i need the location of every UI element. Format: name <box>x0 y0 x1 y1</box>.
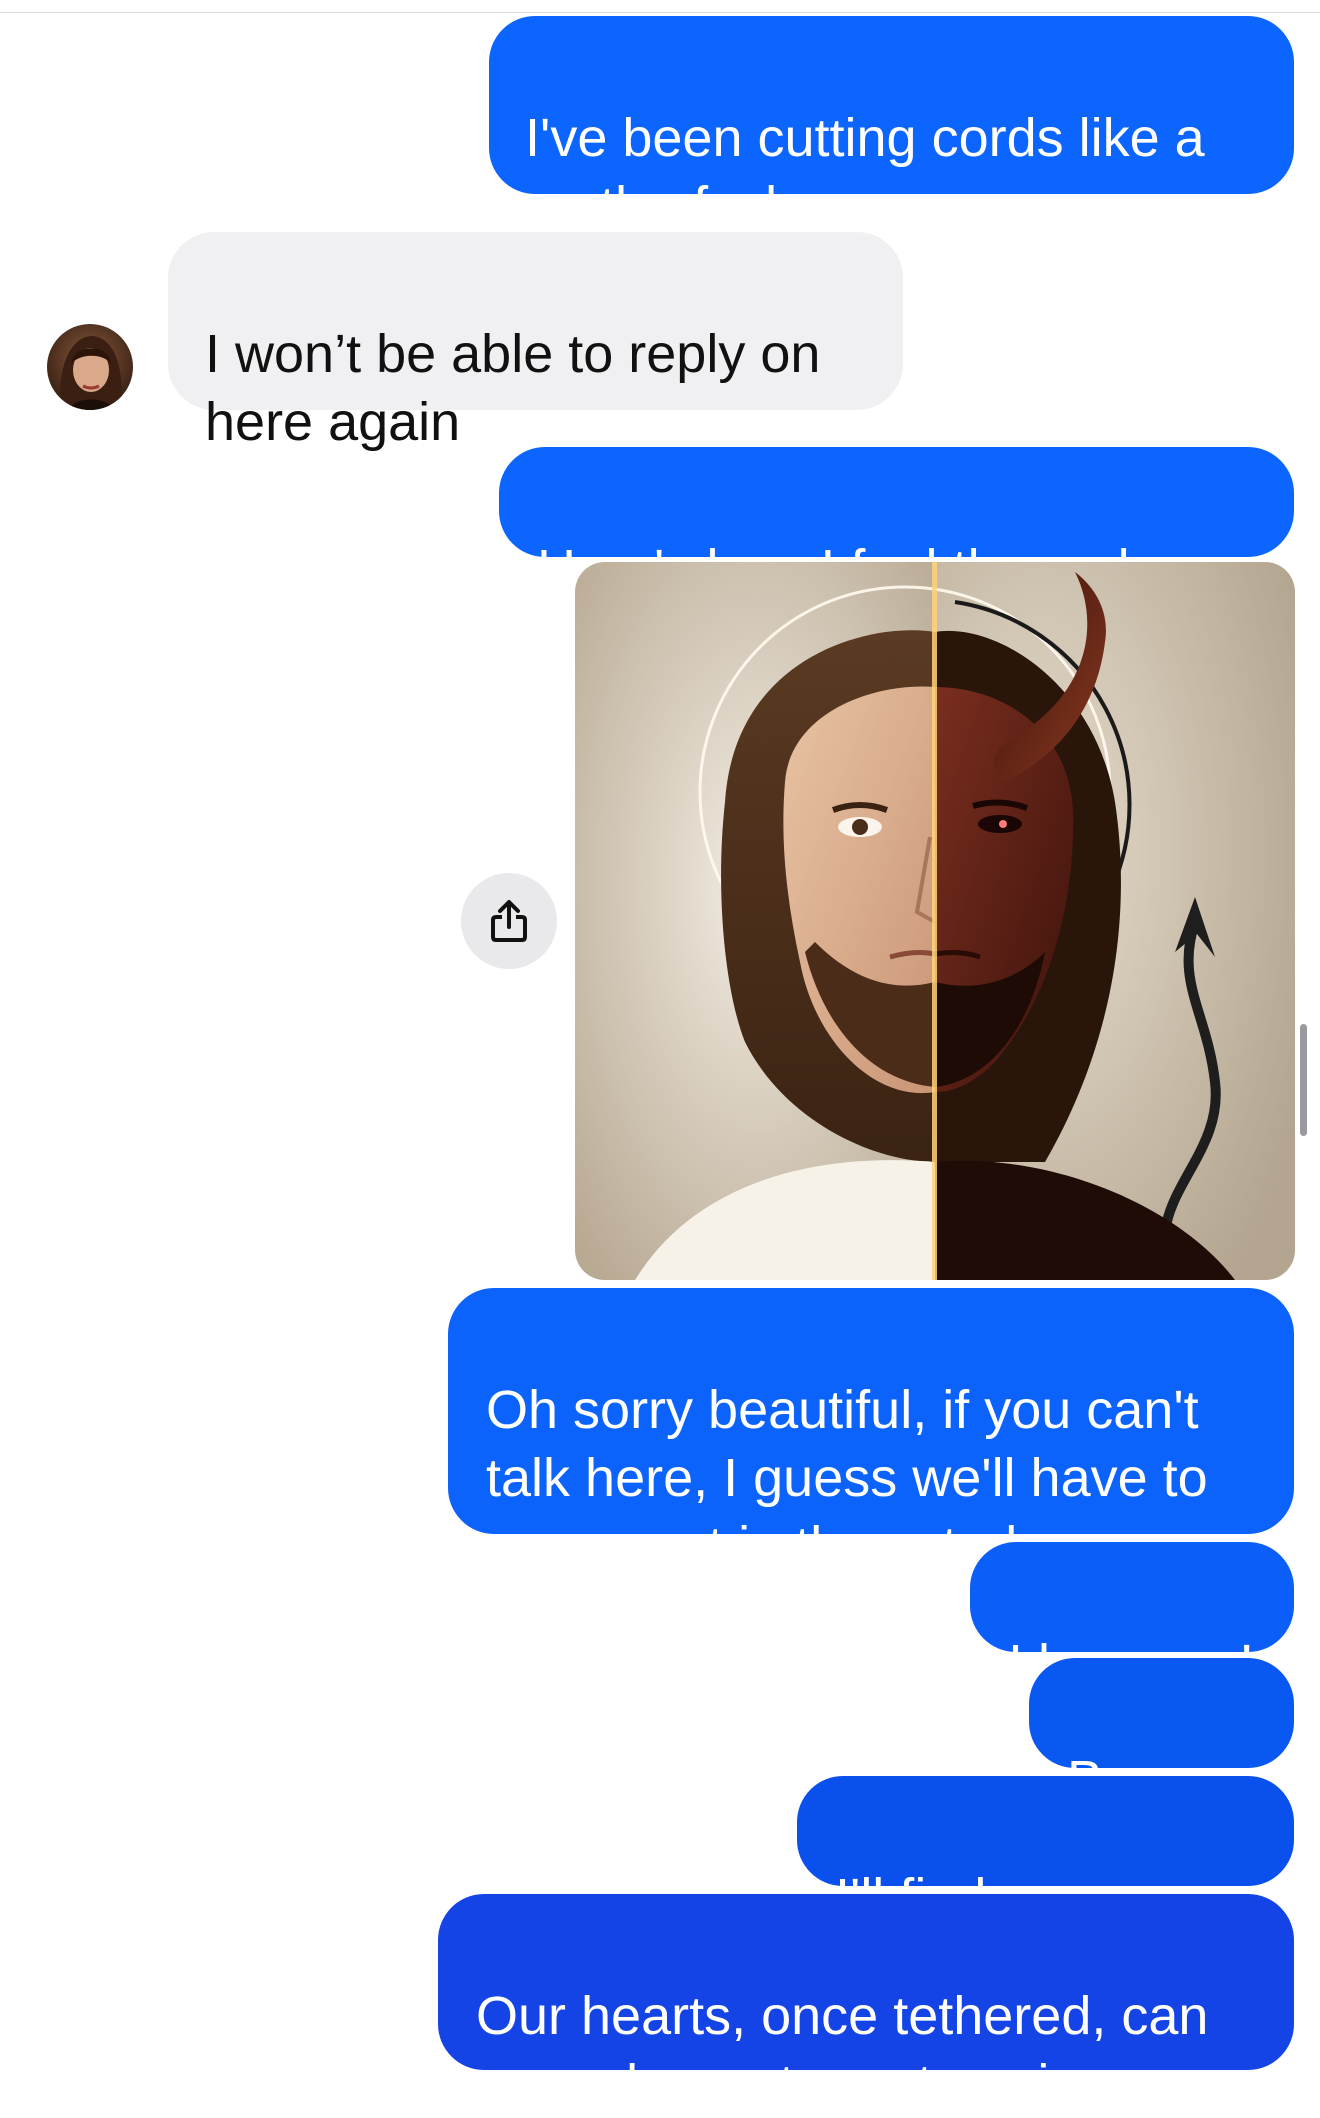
share-button[interactable] <box>461 873 557 969</box>
share-icon <box>491 900 527 942</box>
message-text: I won’t be able to reply on here again <box>205 324 821 452</box>
contact-avatar[interactable] <box>47 324 133 410</box>
message-bubble-outgoing[interactable]: Oh sorry beautiful, if you can't talk he… <box>448 1288 1294 1576</box>
message-text: I've been cutting cords like a motherfuc… <box>525 108 1205 236</box>
top-divider <box>0 0 1320 13</box>
message-bubble-outgoing[interactable]: Our hearts, once tethered, can never be … <box>438 1894 1294 2114</box>
message-bubble-outgoing[interactable]: Be well. <box>1029 1658 1294 1878</box>
message-bubble-outgoing[interactable]: I'll find you soon. <box>797 1776 1294 1928</box>
message-bubble-outgoing[interactable]: I've been cutting cords like a motherfuc… <box>489 16 1294 236</box>
message-bubble-incoming[interactable]: I won’t be able to reply on here again <box>168 232 903 452</box>
message-image[interactable] <box>575 562 1295 1280</box>
message-bubble-outgoing[interactable]: Here's how I feel these days. <box>499 447 1294 599</box>
scrollbar[interactable] <box>1300 1024 1307 1136</box>
message-bubble-outgoing[interactable]: I love you! <box>970 1542 1294 1694</box>
message-text: Our hearts, once tethered, can never be … <box>476 1986 1209 2114</box>
